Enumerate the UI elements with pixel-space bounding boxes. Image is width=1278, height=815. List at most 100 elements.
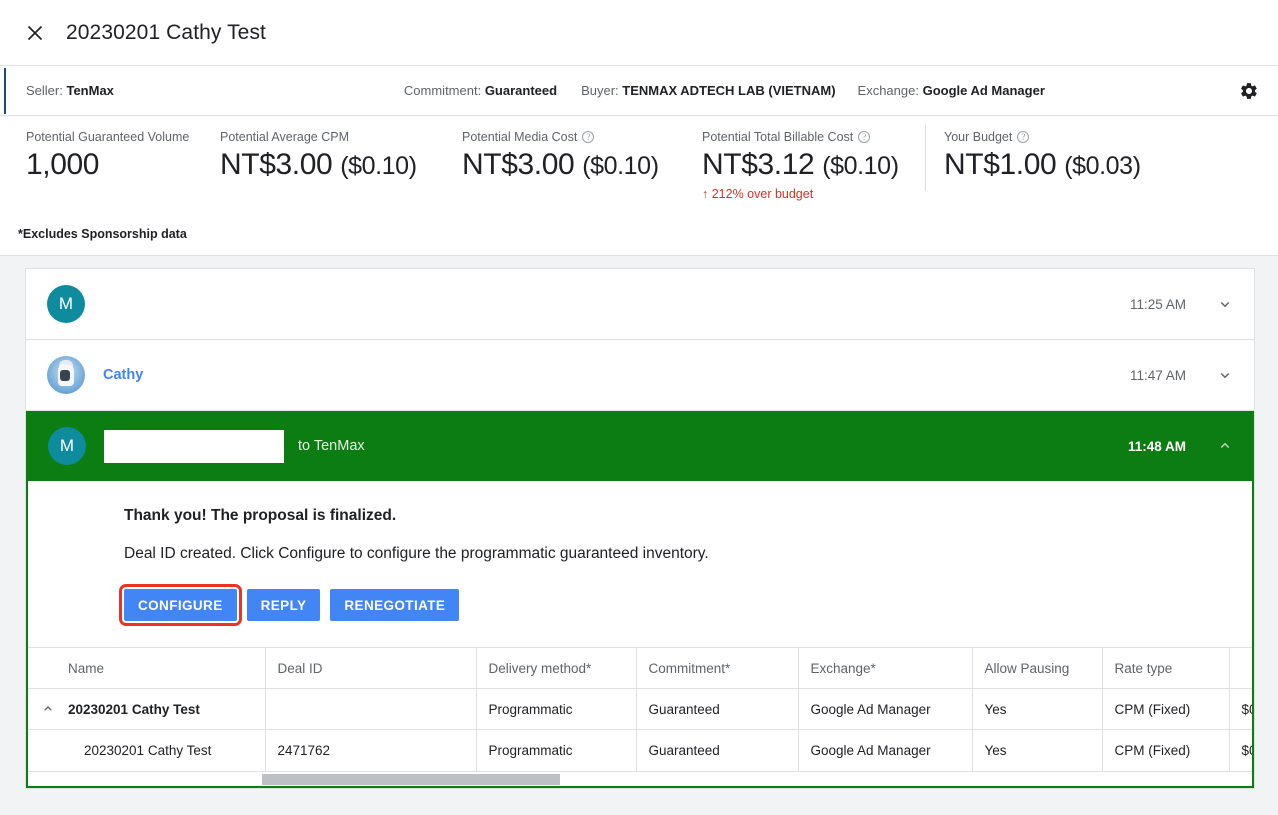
table-row[interactable]: 20230201 Cathy Test 2471762 Programmatic…: [28, 729, 1252, 771]
scrollbar-thumb[interactable]: [262, 773, 560, 785]
metric-value: NT$1.00 ($0.03): [944, 148, 1141, 182]
cell-delivery-method: Programmatic: [476, 729, 637, 771]
metric-secondary-value: ($0.03): [1064, 152, 1141, 180]
seller-info: Seller: TenMax: [26, 83, 114, 98]
commitment-value: Guaranteed: [484, 83, 558, 98]
over-budget-note: ↑ 212% over budget: [702, 187, 814, 201]
column-header-amount[interactable]: [1229, 647, 1252, 689]
cell-exchange: Google Ad Manager: [798, 729, 973, 771]
cell-rate-type: CPM (Fixed): [1102, 688, 1230, 730]
metric-primary-value: 1,000: [26, 148, 100, 181]
cell-deal-id: 2471762: [265, 729, 477, 771]
column-header-exchange[interactable]: Exchange*: [798, 647, 973, 689]
message-timestamp: 11:25 AM: [1129, 296, 1186, 312]
cell-allow-pausing: Yes: [972, 729, 1103, 771]
table-body: 20230201 Cathy Test Programmatic Guarant…: [28, 688, 1252, 771]
metric-label-text: Potential Media Cost: [462, 130, 578, 144]
metric-potential-total-billable-cost: Potential Total Billable Cost ? NT$3.12 …: [702, 130, 899, 201]
title-bar: 20230201 Cathy Test: [0, 0, 1278, 66]
column-header-delivery-method[interactable]: Delivery method*: [476, 647, 637, 689]
metric-potential-guaranteed-volume: Potential Guaranteed Volume 1,000: [26, 130, 189, 182]
deal-table: Name Deal ID Delivery method* Commitment…: [28, 647, 1252, 771]
help-icon[interactable]: ?: [858, 131, 871, 143]
cell-delivery-method: Programmatic: [476, 688, 637, 730]
deal-table-wrapper: Name Deal ID Delivery method* Commitment…: [28, 647, 1252, 786]
metric-secondary-value: ($0.10): [822, 152, 899, 180]
commitment-info: Commitment: Guaranteed: [404, 83, 557, 98]
metric-label: Potential Guaranteed Volume: [26, 130, 189, 144]
message-recipient: to TenMax: [298, 438, 365, 454]
metric-value: NT$3.12 ($0.10): [702, 148, 899, 182]
gear-icon[interactable]: [1234, 76, 1264, 106]
metric-secondary-value: ($0.10): [340, 152, 417, 180]
close-icon[interactable]: [18, 16, 52, 50]
column-header-allow-pausing[interactable]: Allow Pausing: [972, 647, 1103, 689]
metric-divider: [925, 125, 926, 191]
message-row-collapsed-2[interactable]: Cathy 11:47 AM: [26, 340, 1254, 411]
horizontal-scrollbar[interactable]: [28, 770, 1252, 786]
seller-value: TenMax: [66, 83, 114, 98]
message-text: Deal ID created. Click Configure to conf…: [124, 545, 709, 562]
cell-rate-type: CPM (Fixed): [1102, 729, 1230, 771]
table-header-row: Name Deal ID Delivery method* Commitment…: [28, 647, 1252, 689]
metric-value: NT$3.00 ($0.10): [462, 148, 659, 182]
table-header: Name Deal ID Delivery method* Commitment…: [28, 647, 1252, 689]
configure-button[interactable]: CONFIGURE: [119, 584, 242, 626]
message-headline: Thank you! The proposal is finalized.: [124, 507, 397, 524]
message-meta: 11:25 AM: [1130, 269, 1234, 339]
reply-button[interactable]: REPLY: [246, 589, 321, 621]
metric-label: Potential Average CPM: [220, 130, 417, 144]
deal-summary-bar: Seller: TenMax Commitment: Guaranteed Bu…: [0, 66, 1278, 116]
excludes-footnote: *Excludes Sponsorship data: [18, 227, 187, 241]
table-row[interactable]: 20230201 Cathy Test Programmatic Guarant…: [28, 688, 1252, 730]
avatar: M: [48, 427, 86, 465]
column-header-name[interactable]: Name: [28, 647, 266, 689]
negotiation-thread: M 11:25 AM Cathy 11:47 AM M to TenMax 11…: [25, 268, 1255, 789]
cell-name: 20230201 Cathy Test: [28, 688, 266, 730]
metric-primary-value: NT$3.00: [462, 148, 575, 181]
help-icon[interactable]: ?: [1017, 131, 1030, 143]
message-body: Thank you! The proposal is finalized. De…: [26, 481, 1254, 788]
cell-commitment: Guaranteed: [636, 688, 799, 730]
message-timestamp: 11:47 AM: [1129, 367, 1186, 383]
redacted-sender-name: [104, 429, 284, 463]
cell-commitment: Guaranteed: [636, 729, 799, 771]
metric-label: Potential Total Billable Cost ?: [702, 130, 899, 144]
help-icon[interactable]: ?: [582, 131, 595, 143]
chevron-down-icon[interactable]: [1216, 295, 1234, 313]
cell-exchange: Google Ad Manager: [798, 688, 973, 730]
metric-your-budget: Your Budget ? NT$1.00 ($0.03): [944, 130, 1141, 182]
metric-primary-value: NT$1.00: [944, 148, 1057, 181]
row-name-text: 20230201 Cathy Test: [68, 701, 200, 717]
avatar-initial: M: [58, 294, 74, 313]
seller-label: Seller:: [26, 83, 67, 98]
commitment-label: Commitment:: [403, 83, 485, 98]
chevron-up-icon[interactable]: [40, 701, 56, 717]
metric-primary-value: NT$3.00: [220, 148, 333, 181]
message-actions: CONFIGURE REPLY RENEGOTIATE: [119, 584, 1222, 626]
column-header-deal-id[interactable]: Deal ID: [265, 647, 477, 689]
metric-label-text: Your Budget: [944, 130, 1013, 144]
chevron-up-icon[interactable]: [1216, 437, 1234, 455]
column-header-rate-type[interactable]: Rate type: [1102, 647, 1230, 689]
message-meta: 11:47 AM: [1130, 340, 1234, 410]
metric-potential-average-cpm: Potential Average CPM NT$3.00 ($0.10): [220, 130, 417, 182]
message-sender-name[interactable]: Cathy: [103, 367, 143, 383]
buyer-value: TENMAX ADTECH LAB (VIETNAM): [622, 83, 836, 98]
message-timestamp: 11:48 AM: [1127, 438, 1186, 454]
metric-label-text: Potential Average CPM: [220, 130, 350, 144]
metric-value: 1,000: [26, 148, 189, 182]
column-header-commitment[interactable]: Commitment*: [636, 647, 799, 689]
message-row-expanded[interactable]: M to TenMax 11:48 AM: [26, 411, 1254, 481]
avatar: M: [47, 285, 85, 323]
metric-label-text: Potential Total Billable Cost: [702, 130, 854, 144]
renegotiate-button[interactable]: RENEGOTIATE: [330, 589, 460, 621]
deal-detail-screen: 20230201 Cathy Test Seller: TenMax Commi…: [0, 0, 1278, 815]
message-row-collapsed-1[interactable]: M 11:25 AM: [26, 269, 1254, 340]
avatar: [47, 356, 85, 394]
cell-deal-id: [265, 688, 477, 730]
metric-label-text: Potential Guaranteed Volume: [26, 130, 190, 144]
chevron-down-icon[interactable]: [1216, 366, 1234, 384]
page-title: 20230201 Cathy Test: [66, 20, 266, 44]
metric-value: NT$3.00 ($0.10): [220, 148, 417, 182]
